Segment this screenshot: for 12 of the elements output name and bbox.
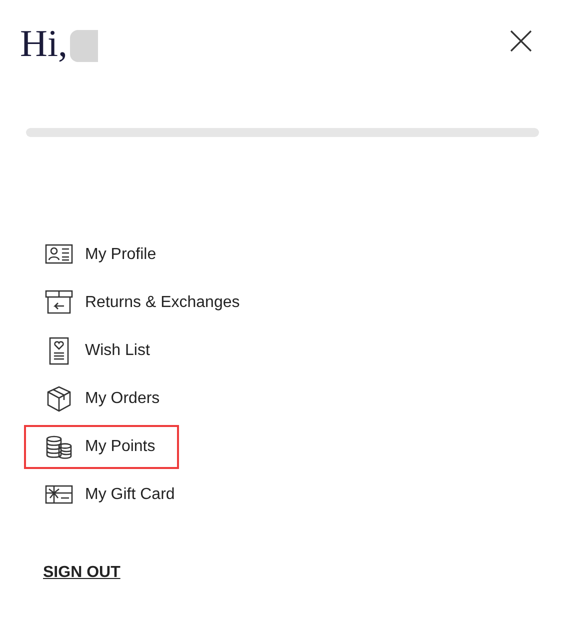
sign-out-link[interactable]: SIGN OUT (43, 561, 120, 585)
menu-item[interactable]: My Points (24, 425, 180, 469)
menu-item[interactable]: Wish List (24, 329, 174, 373)
package-icon (45, 385, 73, 413)
menu-item[interactable]: Returns & Exchanges (24, 281, 264, 325)
menu-item[interactable]: My Profile (24, 233, 180, 277)
menu-item[interactable]: My Gift Card (24, 473, 199, 517)
coins-icon (45, 433, 73, 461)
greeting: Hi, (20, 22, 68, 66)
redacted-name (70, 30, 98, 62)
menu-item[interactable]: My Orders (24, 377, 184, 421)
close-icon (509, 29, 533, 53)
